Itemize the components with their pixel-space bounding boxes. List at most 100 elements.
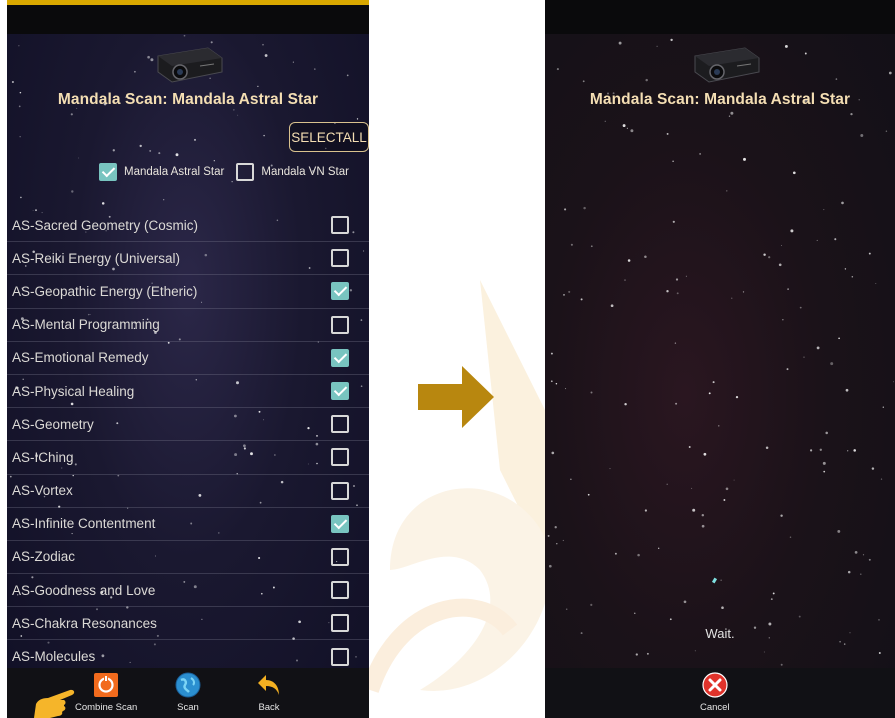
star: [765, 446, 769, 449]
star: [262, 43, 264, 46]
checkbox[interactable]: [331, 647, 349, 666]
checkbox[interactable]: [331, 514, 349, 533]
mandala-filter-row: Mandala Astral Star Mandala VN Star: [99, 163, 361, 181]
list-item[interactable]: AS-Vortex: [7, 475, 369, 508]
star: [803, 356, 805, 358]
checkbox[interactable]: [331, 547, 349, 566]
filter-label: Mandala VN Star: [261, 166, 349, 178]
checkbox[interactable]: [99, 163, 117, 181]
star: [893, 381, 894, 383]
star: [819, 448, 822, 451]
checkbox[interactable]: [331, 581, 349, 600]
list-item[interactable]: AS-Reiki Energy (Universal): [7, 242, 369, 276]
scan-item-list: AS-Sacred Geometry (Cosmic) AS-Reiki Ene…: [7, 209, 369, 674]
star: [233, 109, 235, 111]
checkbox[interactable]: [331, 481, 349, 500]
checkbox[interactable]: [331, 614, 349, 633]
list-item[interactable]: AS-Infinite Contentment: [7, 508, 369, 541]
list-item[interactable]: AS-IChing: [7, 441, 369, 475]
checkbox[interactable]: [331, 282, 349, 301]
star: [838, 337, 840, 340]
star: [672, 160, 674, 162]
list-item[interactable]: AS-Physical Healing: [7, 375, 369, 409]
list-item-label: AS-Goodness and Love: [12, 582, 156, 598]
star: [637, 553, 640, 557]
right-arrow-icon: [418, 366, 494, 428]
star: [604, 120, 606, 122]
list-item-label: AS-Zodiac: [12, 549, 76, 565]
list-item[interactable]: AS-Sacred Geometry (Cosmic): [7, 209, 369, 243]
list-item[interactable]: AS-Zodiac: [7, 541, 369, 575]
starfield-background: [547, 38, 894, 666]
watermark-logo: [361, 280, 551, 693]
star: [694, 650, 696, 652]
wait-status-text: Wait.: [705, 626, 735, 641]
bottom-navigation: Cancel: [545, 668, 895, 718]
cancel-button[interactable]: Cancel: [700, 672, 730, 713]
star: [563, 294, 565, 296]
star: [264, 54, 268, 57]
mandala-scan-selection-screen: Mandala Scan: Mandala Astral Star SELECT…: [7, 0, 369, 718]
star: [804, 52, 807, 55]
star: [139, 144, 142, 148]
star: [646, 652, 649, 655]
checkbox[interactable]: [331, 415, 349, 434]
star: [624, 279, 626, 281]
checkbox[interactable]: [331, 315, 349, 334]
projector-icon: [694, 47, 760, 83]
star: [878, 652, 881, 654]
star: [590, 391, 593, 394]
select-all-button[interactable]: SELECTALL: [289, 122, 369, 152]
star: [843, 643, 846, 645]
star: [699, 153, 701, 155]
star: [742, 291, 745, 293]
star: [675, 278, 679, 281]
filter-mandala-astral-star[interactable]: Mandala Astral Star: [99, 163, 224, 181]
star: [213, 160, 215, 162]
star: [731, 297, 733, 299]
star: [728, 115, 731, 117]
star: [778, 263, 782, 267]
star: [860, 573, 862, 575]
star: [101, 202, 105, 205]
star: [743, 157, 746, 161]
checkbox[interactable]: [331, 448, 349, 467]
mandala-scan-progress-screen: Mandala Scan: Mandala Astral Star Wait. …: [545, 0, 895, 718]
star: [718, 425, 720, 427]
star: [565, 608, 568, 611]
checkbox[interactable]: [331, 382, 349, 401]
back-button[interactable]: Back: [256, 672, 282, 713]
list-item[interactable]: AS-Emotional Remedy: [7, 342, 369, 375]
checkbox[interactable]: [331, 216, 349, 235]
star: [314, 68, 316, 70]
checkbox[interactable]: [331, 348, 349, 367]
filter-mandala-vn-star[interactable]: Mandala VN Star: [236, 163, 349, 181]
list-item[interactable]: AS-Geopathic Energy (Etheric): [7, 275, 369, 309]
list-item[interactable]: AS-Chakra Resonances: [7, 607, 369, 641]
scan-button[interactable]: Scan: [175, 672, 201, 713]
star: [644, 509, 648, 512]
star: [692, 508, 696, 512]
combine-scan-button[interactable]: Combine Scan: [75, 672, 137, 713]
star: [844, 268, 847, 270]
star: [18, 45, 20, 47]
cancel-icon: [702, 672, 728, 698]
status-bar: [545, 0, 895, 34]
star: [550, 352, 553, 355]
list-item[interactable]: AS-Geometry: [7, 408, 369, 442]
checkbox[interactable]: [331, 249, 349, 268]
star: [676, 292, 679, 295]
star: [685, 275, 687, 277]
star: [798, 615, 801, 618]
star: [231, 181, 233, 183]
list-item[interactable]: AS-Goodness and Love: [7, 574, 369, 608]
star: [71, 190, 74, 193]
list-item[interactable]: AS-Mental Programming: [7, 309, 369, 342]
star: [630, 129, 634, 133]
star: [556, 543, 558, 545]
star: [583, 206, 586, 210]
star: [158, 152, 161, 155]
star: [20, 196, 22, 199]
checkbox[interactable]: [236, 163, 255, 181]
list-item-label: AS-Geopathic Energy (Etheric): [12, 283, 198, 299]
